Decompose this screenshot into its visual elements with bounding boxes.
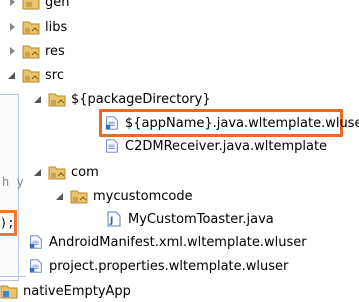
tree-item-label: ${appName}.java.wltemplate.wluser <box>125 115 359 131</box>
package-folder-icon <box>22 0 40 10</box>
file-icon <box>106 139 118 153</box>
tree-item-label: src <box>45 67 64 83</box>
expand-arrow-icon[interactable] <box>8 0 18 7</box>
tree-item-appname-file[interactable]: ${appName}.java.wltemplate.wluser <box>104 112 359 134</box>
collapse-arrow-icon[interactable] <box>34 167 44 177</box>
file-icon <box>105 116 118 130</box>
tree-item-label: project.properties.wltemplate.wluser <box>49 258 289 274</box>
file-icon <box>29 259 42 273</box>
tree-item-android-manifest[interactable]: AndroidManifest.xml.wltemplate.wluser <box>28 231 307 253</box>
package-folder-icon <box>22 69 40 83</box>
java-file-icon: J <box>107 211 121 227</box>
tree-item-src[interactable]: src <box>8 64 64 86</box>
tree-item-label: C2DMReceiver.java.wltemplate <box>125 138 328 154</box>
tree-item-label: com <box>71 164 99 180</box>
tree-item-label: libs <box>45 19 68 35</box>
package-folder-icon <box>22 21 40 35</box>
tree-item-package-directory[interactable]: ${packageDirectory} <box>34 88 211 110</box>
collapse-arrow-icon[interactable] <box>8 70 18 80</box>
project-folder-icon <box>0 285 18 299</box>
editor-pane: h y ); <box>0 94 24 281</box>
package-folder-icon <box>22 45 40 59</box>
editor-bottom-border <box>0 276 26 277</box>
tree-item-label: res <box>45 43 65 59</box>
expand-arrow-icon[interactable] <box>8 22 18 32</box>
collapse-arrow-icon[interactable] <box>56 191 66 201</box>
tree-item-label: gen <box>45 0 70 10</box>
svg-text:J: J <box>109 216 113 226</box>
code-line-end: ); <box>0 216 15 230</box>
tree-item-res[interactable]: res <box>8 40 65 62</box>
package-folder-icon <box>48 166 66 180</box>
file-icon <box>29 235 42 249</box>
code-highlight-box: ); <box>0 210 17 236</box>
tree-item-label: AndroidManifest.xml.wltemplate.wluser <box>49 234 307 250</box>
tree-item-mycustomcode[interactable]: mycustomcode <box>56 185 193 207</box>
tree-item-libs[interactable]: libs <box>8 16 67 38</box>
expand-arrow-icon[interactable] <box>8 46 18 56</box>
collapse-arrow-icon[interactable] <box>34 94 44 104</box>
tree-item-label: ${packageDirectory} <box>71 91 211 107</box>
tree-item-com[interactable]: com <box>34 161 99 183</box>
code-fragment: h y <box>2 175 24 189</box>
package-folder-icon <box>70 190 88 204</box>
tree-item-label: MyCustomToaster.java <box>128 211 274 227</box>
tree-item-gen[interactable]: gen <box>8 0 70 13</box>
tree-item-native-empty-app[interactable]: nativeEmptyApp <box>0 280 131 302</box>
tree-item-label: mycustomcode <box>93 188 193 204</box>
tree-item-c2dm-receiver[interactable]: C2DMReceiver.java.wltemplate <box>104 135 327 157</box>
package-folder-icon <box>48 93 66 107</box>
tree-item-project-properties[interactable]: project.properties.wltemplate.wluser <box>28 255 288 277</box>
tree-item-mycustomtoaster[interactable]: J MyCustomToaster.java <box>103 208 274 230</box>
tree-item-label: nativeEmptyApp <box>23 283 131 299</box>
